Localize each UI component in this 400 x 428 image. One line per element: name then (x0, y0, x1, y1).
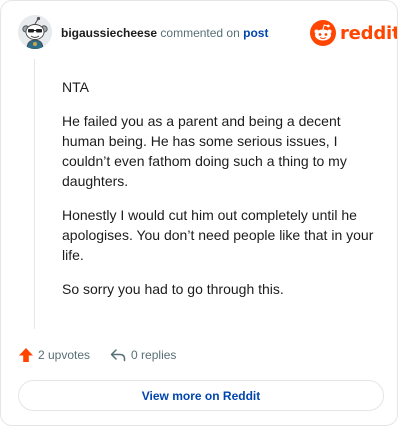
post-link[interactable]: post (243, 26, 268, 40)
reply-arrow-icon (110, 349, 126, 362)
upvote-arrow-icon (19, 348, 33, 362)
comment-header: bigaussiecheese commented on post reddit (1, 1, 398, 59)
comment-paragraph: So sorry you had to go through this. (62, 281, 284, 297)
comment-card: bigaussiecheese commented on post reddit… (0, 0, 398, 426)
reddit-snoo-icon (310, 20, 336, 46)
commented-on-text: commented on (160, 26, 240, 40)
comment-paragraph: He failed you as a parent and being a de… (62, 113, 347, 189)
snoo-avatar-icon (18, 15, 52, 49)
comment-paragraph: Honestly I would cut him out completely … (62, 207, 374, 263)
upvote-action[interactable]: 2 upvotes (18, 347, 90, 363)
comment-actions: 2 upvotes 0 replies (18, 345, 176, 365)
reply-count: 0 replies (131, 348, 177, 362)
comment-paragraph: NTA (62, 79, 89, 95)
comment-meta: bigaussiecheese commented on post (61, 26, 268, 40)
reddit-logo[interactable]: reddit (310, 20, 398, 46)
user-avatar[interactable] (18, 15, 52, 49)
view-more-button[interactable]: View more on Reddit (18, 380, 384, 411)
reply-action[interactable]: 0 replies (110, 347, 176, 363)
comment-body: NTA He failed you as a parent and being … (62, 77, 382, 313)
reddit-wordmark: reddit (340, 22, 398, 44)
upvote-count: 2 upvotes (38, 348, 91, 362)
username-link[interactable]: bigaussiecheese (61, 26, 157, 40)
thread-line (34, 59, 35, 329)
